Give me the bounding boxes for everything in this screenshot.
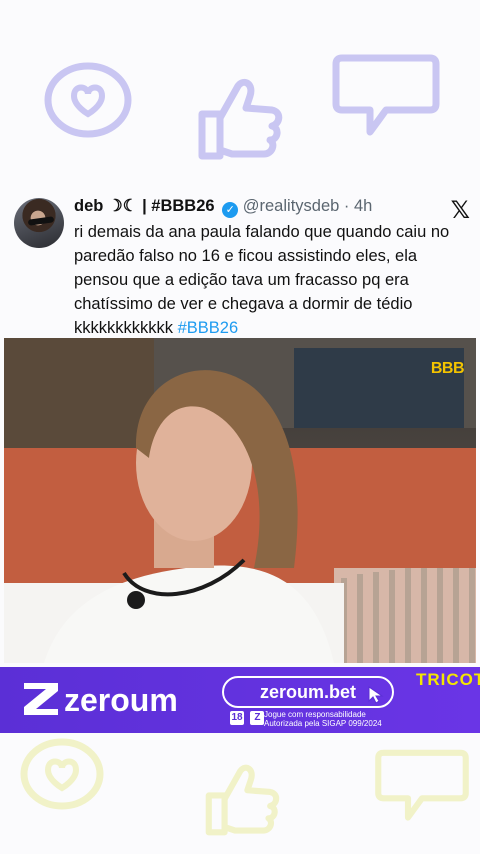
tweet-media-image[interactable]: BBB <box>4 338 476 663</box>
speech-bubble-doodle-bottom-icon <box>375 749 469 821</box>
z-logo-icon <box>24 683 58 715</box>
heart-circle-doodle-icon <box>44 62 132 138</box>
thumbs-up-doodle-icon <box>198 78 283 160</box>
thumbs-up-doodle-bottom-icon <box>205 764 280 836</box>
tweet-body: ri demais da ana paula falando que quand… <box>74 223 450 337</box>
tweet-text: ri demais da ana paula falando que quand… <box>74 220 474 340</box>
media-scene <box>4 338 476 663</box>
heart-circle-doodle-bottom-icon <box>20 738 104 810</box>
hashtag-link[interactable]: #BBB26 <box>178 319 239 337</box>
verified-badge-icon: ✓ <box>222 202 239 218</box>
ad-brand-logo: zeroum <box>22 681 178 719</box>
cursor-icon <box>368 686 384 704</box>
ad-brand-name: zeroum <box>64 682 178 718</box>
tricotei-logo: TRICOTEI <box>416 670 480 689</box>
ad-note: Jogue com responsabilidade Autorizada pe… <box>264 710 382 728</box>
ad-disclaimer: 18 Z Jogue com responsabilidade Autoriza… <box>230 710 382 729</box>
tweet-author-row: deb ☽☾ | #BBB26 ✓ @realitysdeb · 4h <box>74 196 372 218</box>
bbb-logo: BBB <box>430 360 465 377</box>
age-rating-badge: 18 <box>230 711 244 725</box>
ad-banner[interactable]: zeroum zeroum.bet 18 Z Jogue com respons… <box>0 667 480 733</box>
z-small-icon: Z <box>250 711 265 725</box>
handle[interactable]: @realitysdeb <box>243 197 340 215</box>
display-name[interactable]: deb ☽☾ | #BBB26 <box>74 197 215 215</box>
tweet-time: · 4h <box>343 197 373 215</box>
avatar[interactable] <box>14 198 64 248</box>
speech-bubble-doodle-icon <box>332 54 440 136</box>
